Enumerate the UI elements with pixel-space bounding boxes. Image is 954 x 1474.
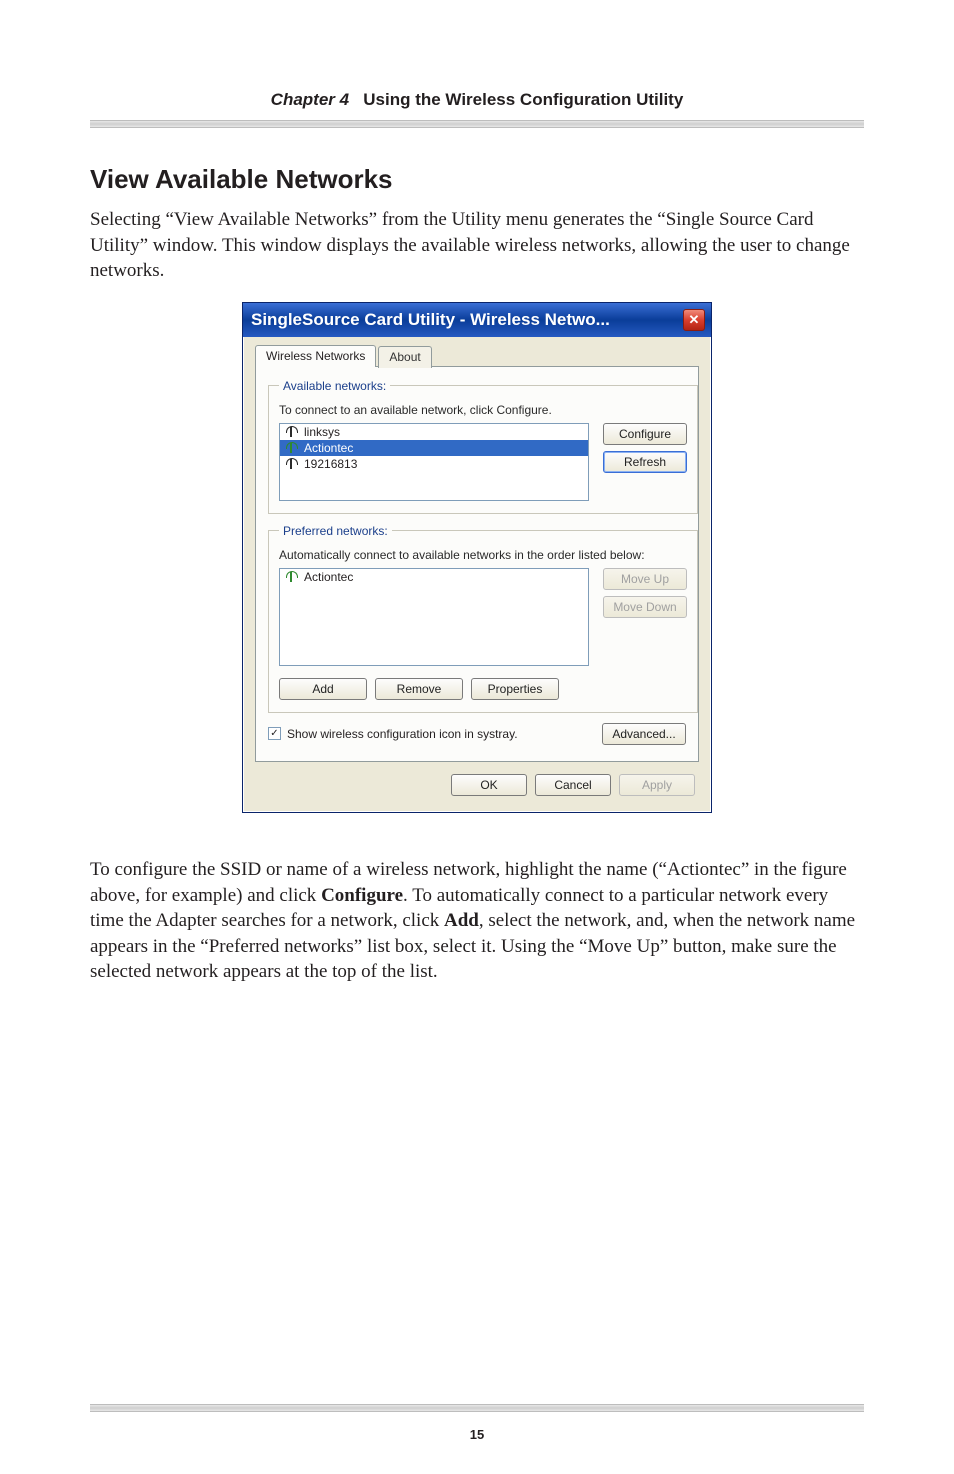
systray-label: Show wireless configuration icon in syst… bbox=[287, 727, 518, 741]
advanced-button[interactable]: Advanced... bbox=[602, 723, 686, 745]
preferred-legend: Preferred networks: bbox=[279, 524, 392, 538]
screenshot-container: SingleSource Card Utility - Wireless Net… bbox=[90, 302, 864, 813]
running-header: Chapter 4 Using the Wireless Configurati… bbox=[90, 90, 864, 120]
remove-button[interactable]: Remove bbox=[375, 678, 463, 700]
preferred-hint: Automatically connect to available netwo… bbox=[279, 548, 687, 562]
antenna-icon bbox=[284, 441, 298, 455]
preferred-networks-list[interactable]: Actiontec bbox=[279, 568, 589, 666]
antenna-icon bbox=[284, 570, 298, 584]
preferred-networks-group: Preferred networks: Automatically connec… bbox=[268, 524, 698, 713]
move-up-button: Move Up bbox=[603, 568, 687, 590]
antenna-icon bbox=[284, 425, 298, 439]
tab-about[interactable]: About bbox=[378, 346, 431, 368]
move-down-button: Move Down bbox=[603, 596, 687, 618]
after-paragraph: To configure the SSID or name of a wirel… bbox=[90, 857, 864, 985]
list-item[interactable]: Actiontec bbox=[280, 440, 588, 456]
refresh-button[interactable]: Refresh bbox=[603, 451, 687, 473]
page-number: 15 bbox=[0, 1427, 954, 1442]
header-rule bbox=[90, 120, 864, 128]
available-networks-group: Available networks: To connect to an ava… bbox=[268, 379, 698, 514]
tab-wireless-networks[interactable]: Wireless Networks bbox=[255, 345, 376, 367]
tab-strip: Wireless Networks About bbox=[255, 345, 699, 367]
ok-button[interactable]: OK bbox=[451, 774, 527, 796]
add-button[interactable]: Add bbox=[279, 678, 367, 700]
systray-checkbox[interactable]: ✓ Show wireless configuration icon in sy… bbox=[268, 727, 518, 741]
cancel-button[interactable]: Cancel bbox=[535, 774, 611, 796]
section-heading: View Available Networks bbox=[90, 164, 864, 195]
list-item[interactable]: linksys bbox=[280, 424, 588, 440]
header-title: Using the Wireless Configuration Utility bbox=[363, 90, 683, 109]
footer-rule bbox=[90, 1404, 864, 1412]
dialog-window: SingleSource Card Utility - Wireless Net… bbox=[242, 302, 712, 813]
apply-button: Apply bbox=[619, 774, 695, 796]
network-name: Actiontec bbox=[304, 570, 353, 584]
network-name: linksys bbox=[304, 425, 340, 439]
network-name: 19216813 bbox=[304, 457, 357, 471]
dialog-titlebar: SingleSource Card Utility - Wireless Net… bbox=[243, 303, 711, 337]
properties-button[interactable]: Properties bbox=[471, 678, 559, 700]
chapter-label: Chapter 4 bbox=[271, 90, 349, 109]
close-icon[interactable]: ✕ bbox=[683, 309, 705, 331]
list-item[interactable]: 19216813 bbox=[280, 456, 588, 472]
antenna-icon bbox=[284, 457, 298, 471]
tab-panel: Available networks: To connect to an ava… bbox=[255, 366, 699, 762]
dialog-title-text: SingleSource Card Utility - Wireless Net… bbox=[251, 310, 610, 330]
available-networks-list[interactable]: linksys Actiontec 19216813 bbox=[279, 423, 589, 501]
network-name: Actiontec bbox=[304, 441, 353, 455]
checkbox-icon: ✓ bbox=[268, 727, 281, 740]
intro-paragraph: Selecting “View Available Networks” from… bbox=[90, 207, 864, 284]
available-legend: Available networks: bbox=[279, 379, 390, 393]
configure-button[interactable]: Configure bbox=[603, 423, 687, 445]
available-hint: To connect to an available network, clic… bbox=[279, 403, 687, 417]
list-item[interactable]: Actiontec bbox=[280, 569, 588, 585]
